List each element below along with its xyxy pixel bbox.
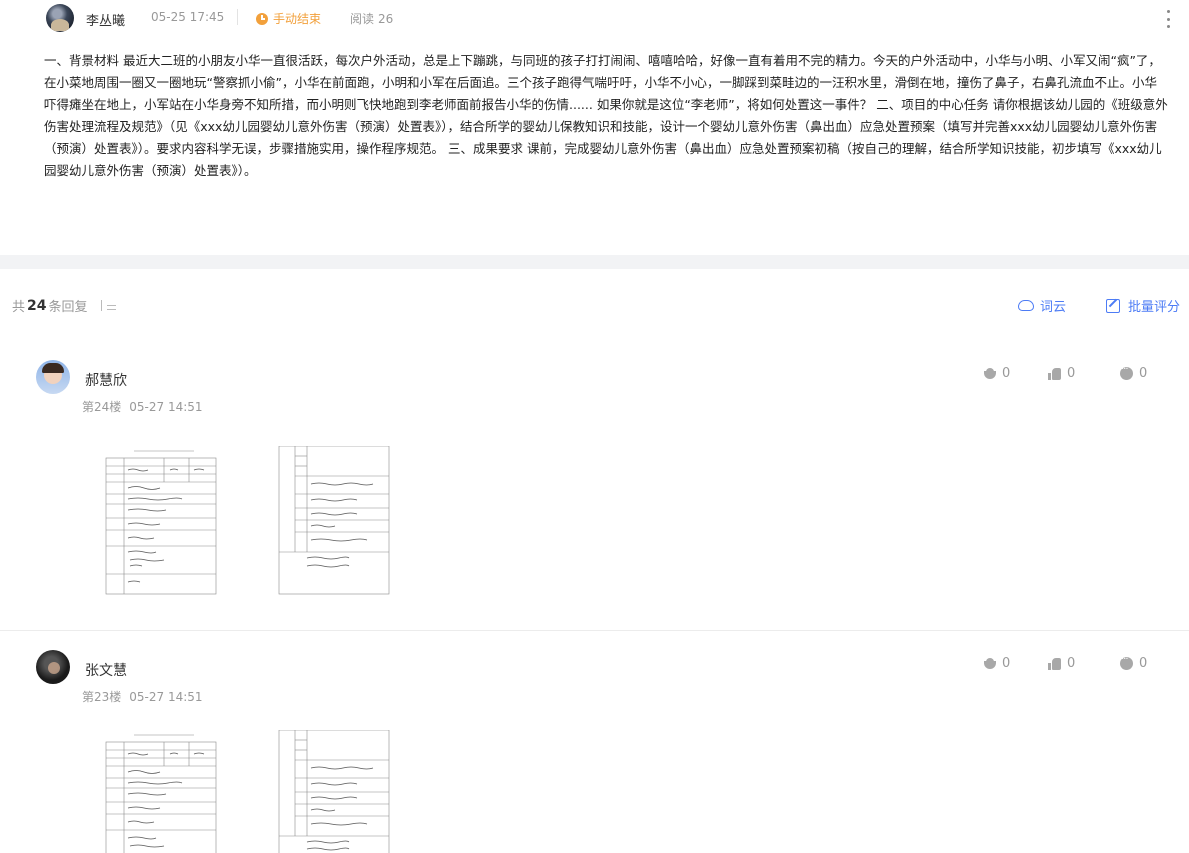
more-vertical-icon[interactable] [1165,10,1171,28]
thumbs-up-icon [1048,657,1061,670]
reply-count-suffix: 条回复 [48,300,88,315]
comment-count: 0 [1139,366,1148,381]
flower-icon [984,658,996,669]
comment-button[interactable]: 0 [1120,364,1148,381]
status-label: 手动结束 [273,12,322,26]
reply-item: 张文慧 第23楼 05-27 14:51 0 0 0 [0,646,1189,853]
comment-count: 0 [1139,656,1148,671]
read-value: 26 [378,12,394,26]
batch-grade-button[interactable]: 批量评分 [1106,296,1180,315]
reply-meta: 第23楼 05-27 14:51 [82,688,203,705]
like-count: 0 [1067,366,1076,381]
attachment-image[interactable] [277,446,392,596]
post-body: 一、背景材料 最近大二班的小朋友小华一直很活跃，每次户外活动，总是上下蹦跳，与同… [44,53,1168,178]
section-divider [0,255,1189,269]
reply-count-value: 24 [27,297,47,314]
edit-icon [1106,298,1120,313]
reply-meta: 第24楼 05-27 14:51 [82,398,203,415]
reply-author[interactable]: 张文慧 [85,660,127,680]
like-button[interactable]: 0 [1048,366,1075,381]
reply-item: 郝慧欣 第24楼 05-27 14:51 0 0 0 [0,356,1189,630]
reply-floor: 第24楼 [82,400,122,414]
wordcloud-button[interactable]: 词云 [1018,296,1066,315]
attachment-image[interactable] [104,730,219,853]
attachment-image[interactable] [104,446,219,596]
comment-icon [1120,364,1133,380]
flower-button[interactable]: 0 [984,366,1010,381]
reply-count-prefix: 共 [12,300,26,315]
reply-time: 05-27 14:51 [129,400,203,414]
status-badge: 手动结束 [256,10,321,27]
sort-icon[interactable] [100,299,116,312]
like-button[interactable]: 0 [1048,656,1075,671]
post-header: 李丛曦 05-25 17:45 手动结束 阅读 26 [0,0,1189,36]
replies-toolbar: 共 24 条回复 词云 批量评分 [0,284,1189,324]
avatar[interactable] [36,360,70,394]
read-label: 阅读 [350,12,375,26]
like-count: 0 [1067,656,1076,671]
divider [237,9,238,25]
wordcloud-label: 词云 [1040,300,1067,315]
reply-author[interactable]: 郝慧欣 [85,370,127,390]
attachment-image[interactable] [277,730,392,853]
thumbs-up-icon [1048,367,1061,380]
flower-button[interactable]: 0 [984,656,1010,671]
comment-icon [1120,654,1133,670]
batch-grade-label: 批量评分 [1128,300,1181,315]
avatar[interactable] [36,650,70,684]
flower-icon [984,368,996,379]
avatar[interactable] [46,4,74,32]
reply-count: 共 24 条回复 [12,296,116,315]
flower-count: 0 [1002,656,1011,671]
clock-icon [256,12,268,25]
reply-floor: 第23楼 [82,690,122,704]
post-time: 05-25 17:45 [151,10,225,24]
flower-count: 0 [1002,366,1011,381]
cloud-icon [1018,300,1034,311]
reply-time: 05-27 14:51 [129,690,203,704]
post-author[interactable]: 李丛曦 [86,10,125,29]
read-count: 阅读 26 [350,10,393,27]
comment-button[interactable]: 0 [1120,654,1148,671]
divider [0,630,1189,631]
